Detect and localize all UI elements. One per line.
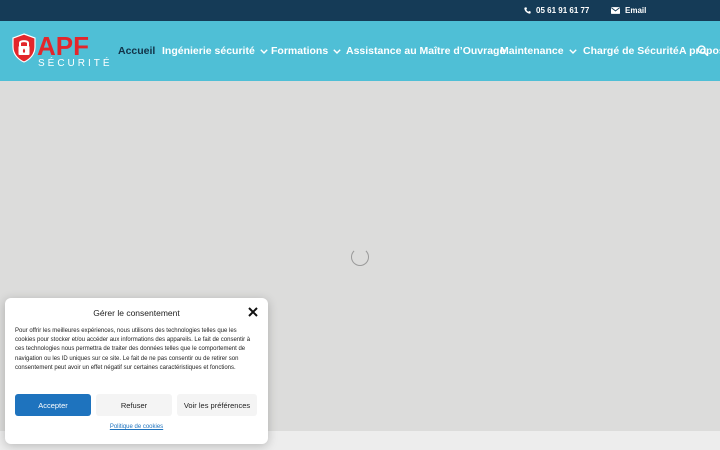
main-navbar: APF SÉCURITÉ Accueil Ingénierie sécurité… xyxy=(0,21,720,81)
nav-item-maintenance[interactable]: Maintenance xyxy=(500,21,577,81)
email-link[interactable]: Email xyxy=(611,0,646,21)
shield-lock-icon xyxy=(12,33,36,63)
chevron-down-icon xyxy=(568,48,577,54)
refuse-button[interactable]: Refuser xyxy=(96,394,172,416)
nav-item-formations[interactable]: Formations xyxy=(271,21,341,81)
cookie-consent-dialog: Gérer le consentement Pour offrir les me… xyxy=(5,298,268,444)
view-preferences-button[interactable]: Voir les préférences xyxy=(177,394,257,416)
nav-item-label: Ingénierie sécurité xyxy=(162,45,255,57)
nav-item-ingenierie-securite[interactable]: Ingénierie sécurité xyxy=(162,21,268,81)
spinner-icon xyxy=(351,248,369,266)
nav-item-label: Maintenance xyxy=(500,45,564,57)
accept-button[interactable]: Accepter xyxy=(15,394,91,416)
nav-item-label: Chargé de Sécurité xyxy=(583,45,679,57)
search-icon[interactable] xyxy=(697,45,708,56)
nav-item-label: Assistance au Maître d’Ouvrage xyxy=(346,45,506,57)
nav-item-accueil[interactable]: Accueil xyxy=(118,21,155,81)
consent-description: Pour offrir les meilleures expériences, … xyxy=(15,328,251,371)
phone-link[interactable]: 05 61 91 61 77 xyxy=(524,0,589,21)
nav-item-charge-securite[interactable]: Chargé de Sécurité xyxy=(583,21,679,81)
consent-title: Gérer le consentement xyxy=(93,308,180,318)
nav-item-label: Accueil xyxy=(118,45,156,57)
site-logo[interactable]: APF SÉCURITÉ xyxy=(11,31,113,73)
phone-icon xyxy=(524,7,531,14)
phone-number: 05 61 91 61 77 xyxy=(536,6,590,15)
top-utility-bar: 05 61 91 61 77 Email xyxy=(0,0,720,21)
close-icon[interactable] xyxy=(248,307,258,317)
email-label: Email xyxy=(625,6,647,15)
nav-item-label: Formations xyxy=(271,45,329,57)
cookie-policy-link[interactable]: Politique de cookies xyxy=(5,424,268,430)
chevron-down-icon xyxy=(333,48,341,54)
nav-item-assistance-moa[interactable]: Assistance au Maître d’Ouvrage xyxy=(346,21,505,81)
envelope-icon xyxy=(611,7,620,14)
chevron-down-icon xyxy=(260,48,268,54)
brand-subtitle: SÉCURITÉ xyxy=(38,58,113,69)
